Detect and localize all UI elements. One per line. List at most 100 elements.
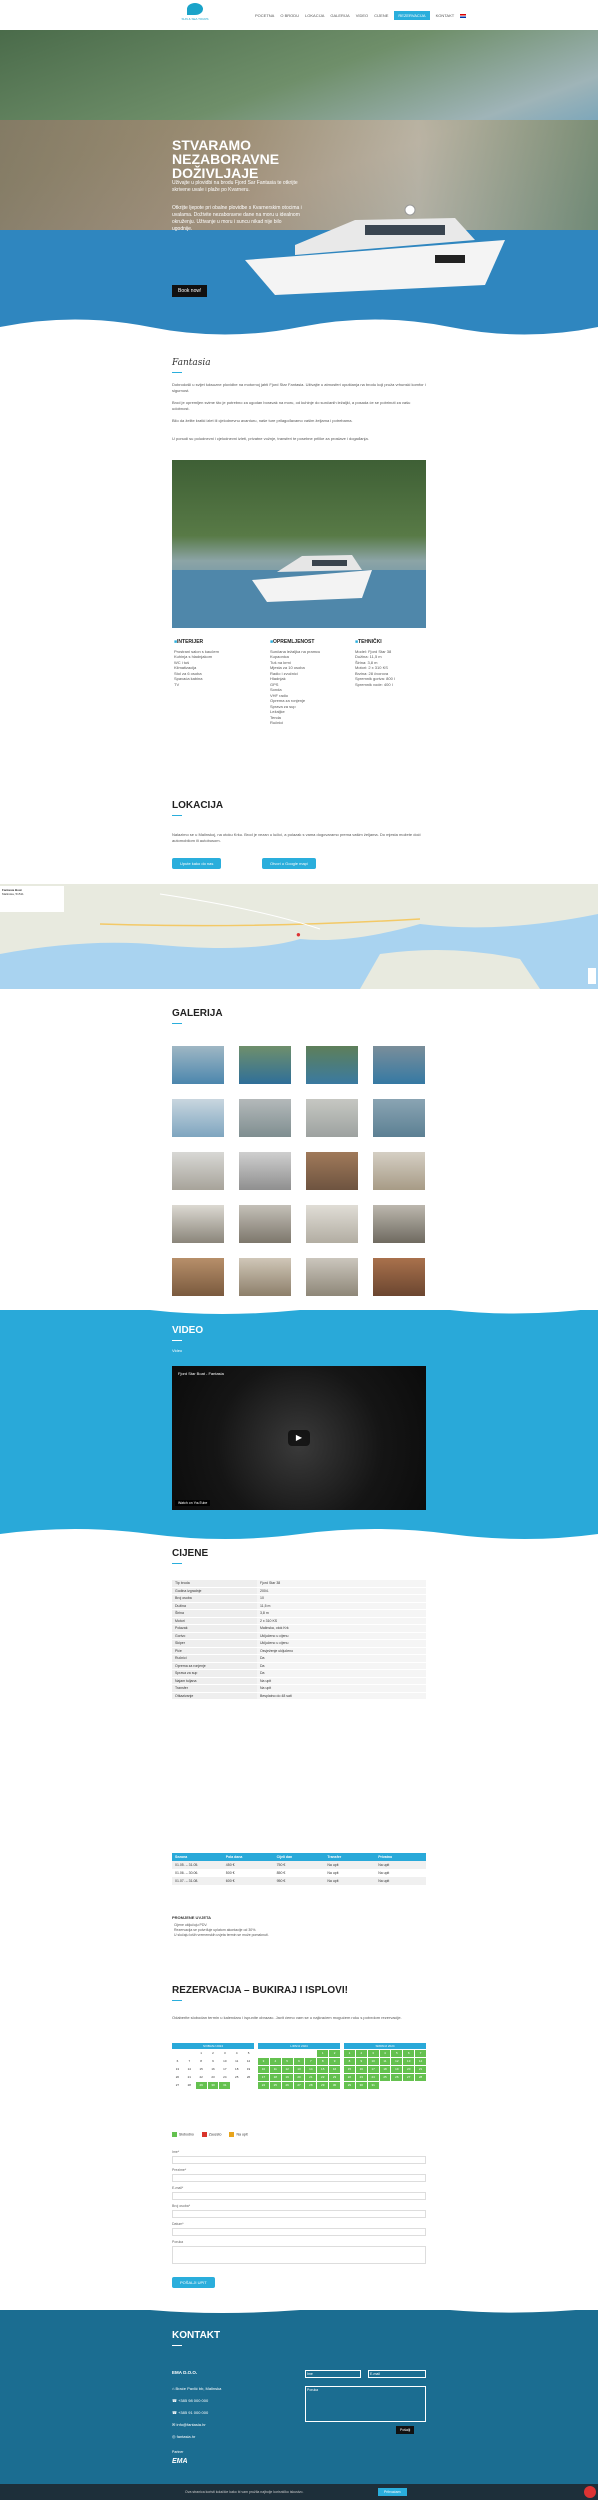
calendar-day[interactable]: 29 xyxy=(344,2082,355,2089)
calendar-day[interactable]: 18 xyxy=(231,2066,243,2073)
calendar-day[interactable]: 28 xyxy=(305,2082,317,2089)
partner-logo[interactable]: EMA xyxy=(172,2458,188,2465)
gallery-thumb[interactable] xyxy=(306,1152,358,1190)
gallery-thumb[interactable] xyxy=(373,1152,425,1190)
gallery-thumb[interactable] xyxy=(239,1258,291,1296)
calendar-day[interactable]: 26 xyxy=(391,2074,403,2081)
calendar-day[interactable]: 2 xyxy=(329,2050,340,2057)
calendar-day[interactable]: 10 xyxy=(367,2058,379,2065)
calendar-day[interactable]: 10 xyxy=(219,2058,231,2065)
calendar-day[interactable]: 22 xyxy=(195,2074,207,2081)
calendar-day[interactable]: 10 xyxy=(258,2066,269,2073)
calendar-day[interactable]: 5 xyxy=(391,2050,403,2057)
calendar-day[interactable]: 28 xyxy=(183,2082,195,2089)
calendar-day[interactable]: 24 xyxy=(258,2082,269,2089)
calendar-day[interactable]: 8 xyxy=(317,2058,329,2065)
calendar-day[interactable]: 5 xyxy=(281,2058,293,2065)
contact-send-button[interactable]: Pošalji xyxy=(396,2426,415,2434)
calendar-day[interactable]: 23 xyxy=(207,2074,219,2081)
calendar-day[interactable]: 2 xyxy=(355,2050,367,2057)
calendar-day[interactable]: 19 xyxy=(281,2074,293,2081)
calendar-day[interactable]: 5 xyxy=(243,2050,254,2057)
first-name-input[interactable] xyxy=(172,2156,426,2164)
calendar-day[interactable]: 26 xyxy=(281,2082,293,2089)
calendar-day[interactable]: 18 xyxy=(269,2074,281,2081)
calendar-day[interactable]: 1 xyxy=(317,2050,329,2057)
calendar-day[interactable]: 17 xyxy=(258,2074,269,2081)
nav-item-galerija[interactable]: Galerija xyxy=(330,13,349,18)
gallery-thumb[interactable] xyxy=(172,1258,224,1296)
calendar-day[interactable]: 16 xyxy=(207,2066,219,2073)
contact-email-input[interactable]: E-mail xyxy=(368,2370,426,2378)
calendar-day[interactable]: 21 xyxy=(415,2066,426,2073)
calendar-day[interactable]: 18 xyxy=(379,2066,391,2073)
calendar-day[interactable]: 6 xyxy=(293,2058,305,2065)
calendar-day[interactable]: 9 xyxy=(329,2058,340,2065)
calendar-day[interactable]: 13 xyxy=(293,2066,305,2073)
calendar-day[interactable] xyxy=(183,2050,195,2057)
open-google-maps-button[interactable]: Otvori u Google mapi xyxy=(262,858,316,869)
calendar-day[interactable] xyxy=(391,2082,403,2089)
calendar-day[interactable]: 20 xyxy=(403,2066,415,2073)
nav-item-lokacija[interactable]: Lokacija xyxy=(305,13,324,18)
calendar-day[interactable]: 27 xyxy=(293,2082,305,2089)
chat-bubble-icon[interactable] xyxy=(584,2486,596,2498)
calendar-day[interactable] xyxy=(379,2082,391,2089)
nav-item-cijene[interactable]: Cijene xyxy=(374,13,388,18)
gallery-thumb[interactable] xyxy=(239,1152,291,1190)
calendar-day[interactable]: 19 xyxy=(391,2066,403,2073)
calendar-day[interactable]: 25 xyxy=(231,2074,243,2081)
calendar-day[interactable]: 9 xyxy=(355,2058,367,2065)
nav-item-kontakt[interactable]: Kontakt xyxy=(436,13,455,18)
gallery-thumb[interactable] xyxy=(172,1046,224,1084)
calendar-day[interactable]: 21 xyxy=(183,2074,195,2081)
contact-email[interactable]: ✉ info@fantasia.hr xyxy=(172,2419,221,2431)
calendar-day[interactable]: 27 xyxy=(403,2074,415,2081)
people-count-select[interactable] xyxy=(172,2210,426,2218)
calendar-day[interactable]: 4 xyxy=(269,2058,281,2065)
calendar-day[interactable]: 20 xyxy=(172,2074,183,2081)
calendar-day[interactable]: 17 xyxy=(367,2066,379,2073)
calendar-day[interactable] xyxy=(281,2050,293,2057)
calendar-day[interactable]: 31 xyxy=(219,2082,231,2089)
calendar-day[interactable]: 15 xyxy=(344,2066,355,2073)
location-map[interactable]: Fantasia Boat Malinska, 51511 ● xyxy=(0,884,598,989)
calendar-day[interactable]: 26 xyxy=(243,2074,254,2081)
calendar-day[interactable]: 29 xyxy=(195,2082,207,2089)
send-inquiry-button[interactable]: POŠALJI UPIT xyxy=(172,2277,215,2288)
gallery-thumb[interactable] xyxy=(239,1046,291,1084)
calendar-day[interactable]: 22 xyxy=(344,2074,355,2081)
play-icon[interactable]: ▶ xyxy=(288,1430,310,1446)
calendar-day[interactable]: 17 xyxy=(219,2066,231,2073)
nav-item-video[interactable]: Video xyxy=(356,13,368,18)
gallery-thumb[interactable] xyxy=(306,1099,358,1137)
calendar-day[interactable]: 24 xyxy=(367,2074,379,2081)
last-name-input[interactable] xyxy=(172,2174,426,2182)
calendar-day[interactable]: 7 xyxy=(415,2050,426,2057)
calendar-day[interactable]: 16 xyxy=(329,2066,340,2073)
gallery-thumb[interactable] xyxy=(373,1258,425,1296)
calendar-day[interactable]: 20 xyxy=(293,2074,305,2081)
message-textarea[interactable] xyxy=(172,2246,426,2264)
gallery-thumb[interactable] xyxy=(172,1205,224,1243)
gallery-thumb[interactable] xyxy=(172,1152,224,1190)
calendar-day[interactable]: 28 xyxy=(415,2074,426,2081)
calendar-day[interactable]: 6 xyxy=(172,2058,183,2065)
calendar-day[interactable]: 1 xyxy=(344,2050,355,2057)
youtube-video-player[interactable]: Fjord Star Boat - Fantasia ▶ Watch on Yo… xyxy=(172,1366,426,1510)
calendar-day[interactable]: 30 xyxy=(329,2082,340,2089)
site-logo[interactable]: SUN & SEA TOURS xyxy=(180,3,210,27)
gallery-thumb[interactable] xyxy=(239,1099,291,1137)
calendar-day[interactable] xyxy=(172,2050,183,2057)
nav-item-rezervacija[interactable]: Rezervacija xyxy=(394,11,430,20)
book-now-button[interactable]: Book now! xyxy=(172,285,208,297)
calendar-day[interactable]: 11 xyxy=(379,2058,391,2065)
directions-button[interactable]: Upute kako do nas xyxy=(172,858,222,869)
calendar-day[interactable]: 14 xyxy=(305,2066,317,2073)
calendar-day[interactable] xyxy=(231,2082,243,2089)
calendar-day[interactable]: 3 xyxy=(258,2058,269,2065)
email-input[interactable] xyxy=(172,2192,426,2200)
calendar-day[interactable]: 15 xyxy=(195,2066,207,2073)
calendar-day[interactable]: 12 xyxy=(281,2066,293,2073)
gallery-thumb[interactable] xyxy=(172,1099,224,1137)
